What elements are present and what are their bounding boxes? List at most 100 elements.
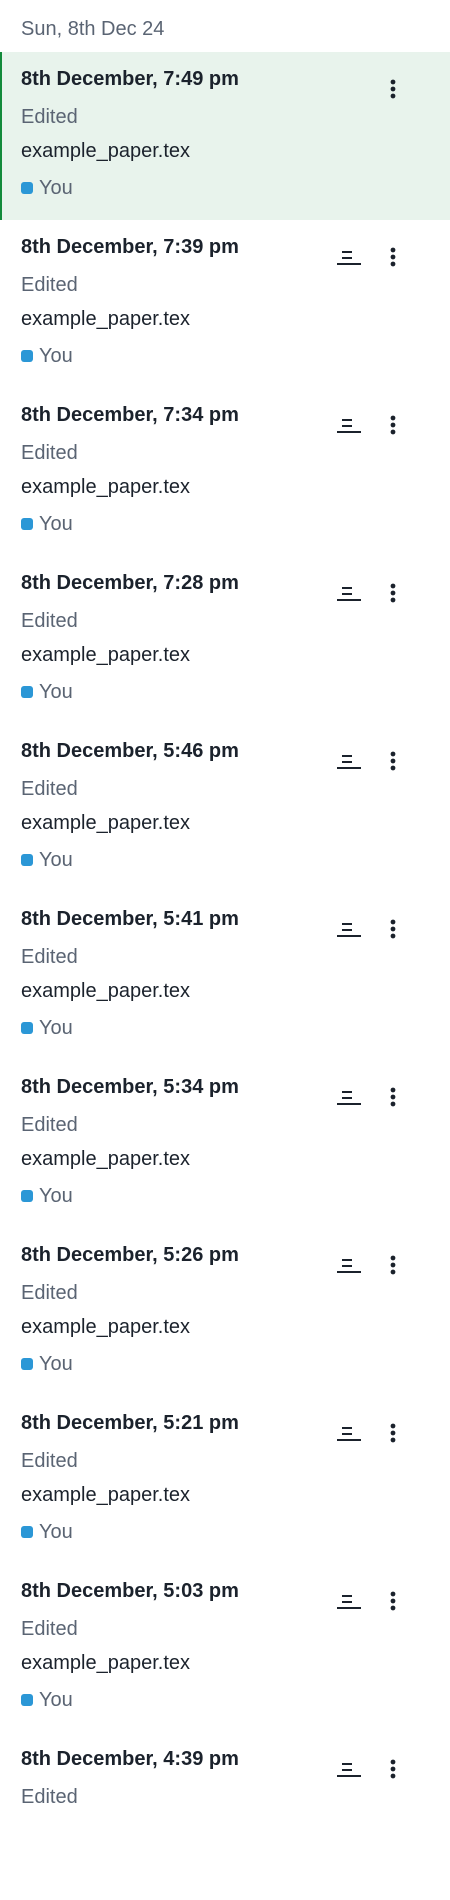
user-color-badge [21, 1526, 33, 1538]
compare-versions-icon [337, 1259, 361, 1273]
more-options-button[interactable] [376, 1248, 410, 1282]
user-color-badge [21, 518, 33, 530]
more-options-button[interactable] [376, 1416, 410, 1450]
compare-versions-icon [337, 1091, 361, 1105]
history-entry[interactable]: 8th December, 5:41 pm Edited example_pap… [0, 892, 450, 1060]
history-panel: Sun, 8th Dec 24 8th December, 7:49 pm Ed… [0, 0, 450, 1900]
history-entry[interactable]: 8th December, 5:34 pm Edited example_pap… [0, 1060, 450, 1228]
more-vertical-icon [390, 919, 396, 939]
more-options-button[interactable] [376, 576, 410, 610]
more-options-button[interactable] [376, 1080, 410, 1114]
compare-versions-icon [337, 587, 361, 601]
more-vertical-icon [390, 1255, 396, 1275]
entry-user-name: You [39, 849, 73, 871]
history-entry[interactable]: 8th December, 4:39 pm Edited [0, 1732, 450, 1900]
more-options-button[interactable] [376, 912, 410, 946]
entry-file-name: example_paper.tex [21, 1484, 191, 1506]
history-entry[interactable]: 8th December, 7:39 pm Edited example_pap… [0, 220, 450, 388]
entry-user: You [21, 847, 450, 873]
compare-versions-button[interactable] [332, 576, 366, 610]
compare-versions-icon [337, 1427, 361, 1441]
history-entry[interactable]: 8th December, 5:21 pm Edited example_pap… [0, 1396, 450, 1564]
entry-actions [332, 912, 410, 946]
entry-action: Edited [21, 1786, 78, 1808]
entry-file-name: example_paper.tex [21, 476, 191, 498]
user-color-badge [21, 1694, 33, 1706]
history-entry[interactable]: 8th December, 7:28 pm Edited example_pap… [0, 556, 450, 724]
entry-action: Edited [21, 1618, 78, 1640]
entry-action: Edited [21, 442, 78, 464]
entry-actions [332, 72, 410, 106]
compare-versions-icon [337, 755, 361, 769]
entry-file-name: example_paper.tex [21, 644, 191, 666]
entry-action: Edited [21, 1450, 78, 1472]
entry-action: Edited [21, 274, 78, 296]
entry-actions [332, 1584, 410, 1618]
entry-actions [332, 744, 410, 778]
user-color-badge [21, 1190, 33, 1202]
entry-user: You [21, 1015, 450, 1041]
more-vertical-icon [390, 247, 396, 267]
more-options-button[interactable] [376, 240, 410, 274]
entry-file-name: example_paper.tex [21, 140, 191, 162]
entry-file-name: example_paper.tex [21, 308, 191, 330]
entry-actions [332, 240, 410, 274]
entry-actions [332, 1080, 410, 1114]
compare-versions-icon [337, 251, 361, 265]
entry-actions [332, 1752, 410, 1786]
entry-user-name: You [39, 681, 73, 703]
entry-file-name: example_paper.tex [21, 1148, 191, 1170]
entry-user: You [21, 1519, 450, 1545]
compare-versions-button[interactable] [332, 408, 366, 442]
entry-actions [332, 408, 410, 442]
compare-versions-button[interactable] [332, 912, 366, 946]
history-entry[interactable]: 8th December, 5:03 pm Edited example_pap… [0, 1564, 450, 1732]
entry-user-name: You [39, 177, 73, 199]
compare-versions-button[interactable] [332, 1080, 366, 1114]
compare-versions-button[interactable] [332, 1584, 366, 1618]
history-entry[interactable]: 8th December, 5:46 pm Edited example_pap… [0, 724, 450, 892]
more-options-button[interactable] [376, 72, 410, 106]
user-color-badge [21, 686, 33, 698]
history-entry[interactable]: 8th December, 7:49 pm Edited example_pap… [0, 52, 450, 220]
entry-file-name: example_paper.tex [21, 980, 191, 1002]
entry-action: Edited [21, 778, 78, 800]
compare-versions-button[interactable] [332, 1752, 366, 1786]
history-entry[interactable]: 8th December, 7:34 pm Edited example_pap… [0, 388, 450, 556]
entry-actions [332, 576, 410, 610]
entry-user-name: You [39, 1689, 73, 1711]
history-entry[interactable]: 8th December, 5:26 pm Edited example_pap… [0, 1228, 450, 1396]
more-options-button[interactable] [376, 408, 410, 442]
entry-user: You [21, 511, 450, 537]
more-options-button[interactable] [376, 1584, 410, 1618]
more-vertical-icon [390, 1759, 396, 1779]
entry-user: You [21, 1351, 450, 1377]
entry-user: You [21, 175, 450, 201]
entry-user-name: You [39, 345, 73, 367]
more-vertical-icon [390, 79, 396, 99]
entry-action: Edited [21, 1114, 78, 1136]
entry-actions [332, 1248, 410, 1282]
entry-action: Edited [21, 106, 78, 128]
user-color-badge [21, 1022, 33, 1034]
compare-versions-icon [337, 1595, 361, 1609]
more-options-button[interactable] [376, 744, 410, 778]
entry-user-name: You [39, 1185, 73, 1207]
more-vertical-icon [390, 1591, 396, 1611]
user-color-badge [21, 350, 33, 362]
entry-file-name: example_paper.tex [21, 1316, 191, 1338]
entry-file-name [21, 1818, 450, 1844]
compare-versions-button[interactable] [332, 744, 366, 778]
user-color-badge [21, 1358, 33, 1370]
entry-action: Edited [21, 610, 78, 632]
history-list: 8th December, 7:49 pm Edited example_pap… [0, 52, 450, 1900]
entry-user: You [21, 679, 450, 705]
user-color-badge [21, 182, 33, 194]
compare-versions-button[interactable] [332, 1416, 366, 1450]
more-vertical-icon [390, 1087, 396, 1107]
more-options-button[interactable] [376, 1752, 410, 1786]
compare-versions-button[interactable] [332, 1248, 366, 1282]
more-vertical-icon [390, 1423, 396, 1443]
compare-versions-button[interactable] [332, 240, 366, 274]
entry-user: You [21, 343, 450, 369]
